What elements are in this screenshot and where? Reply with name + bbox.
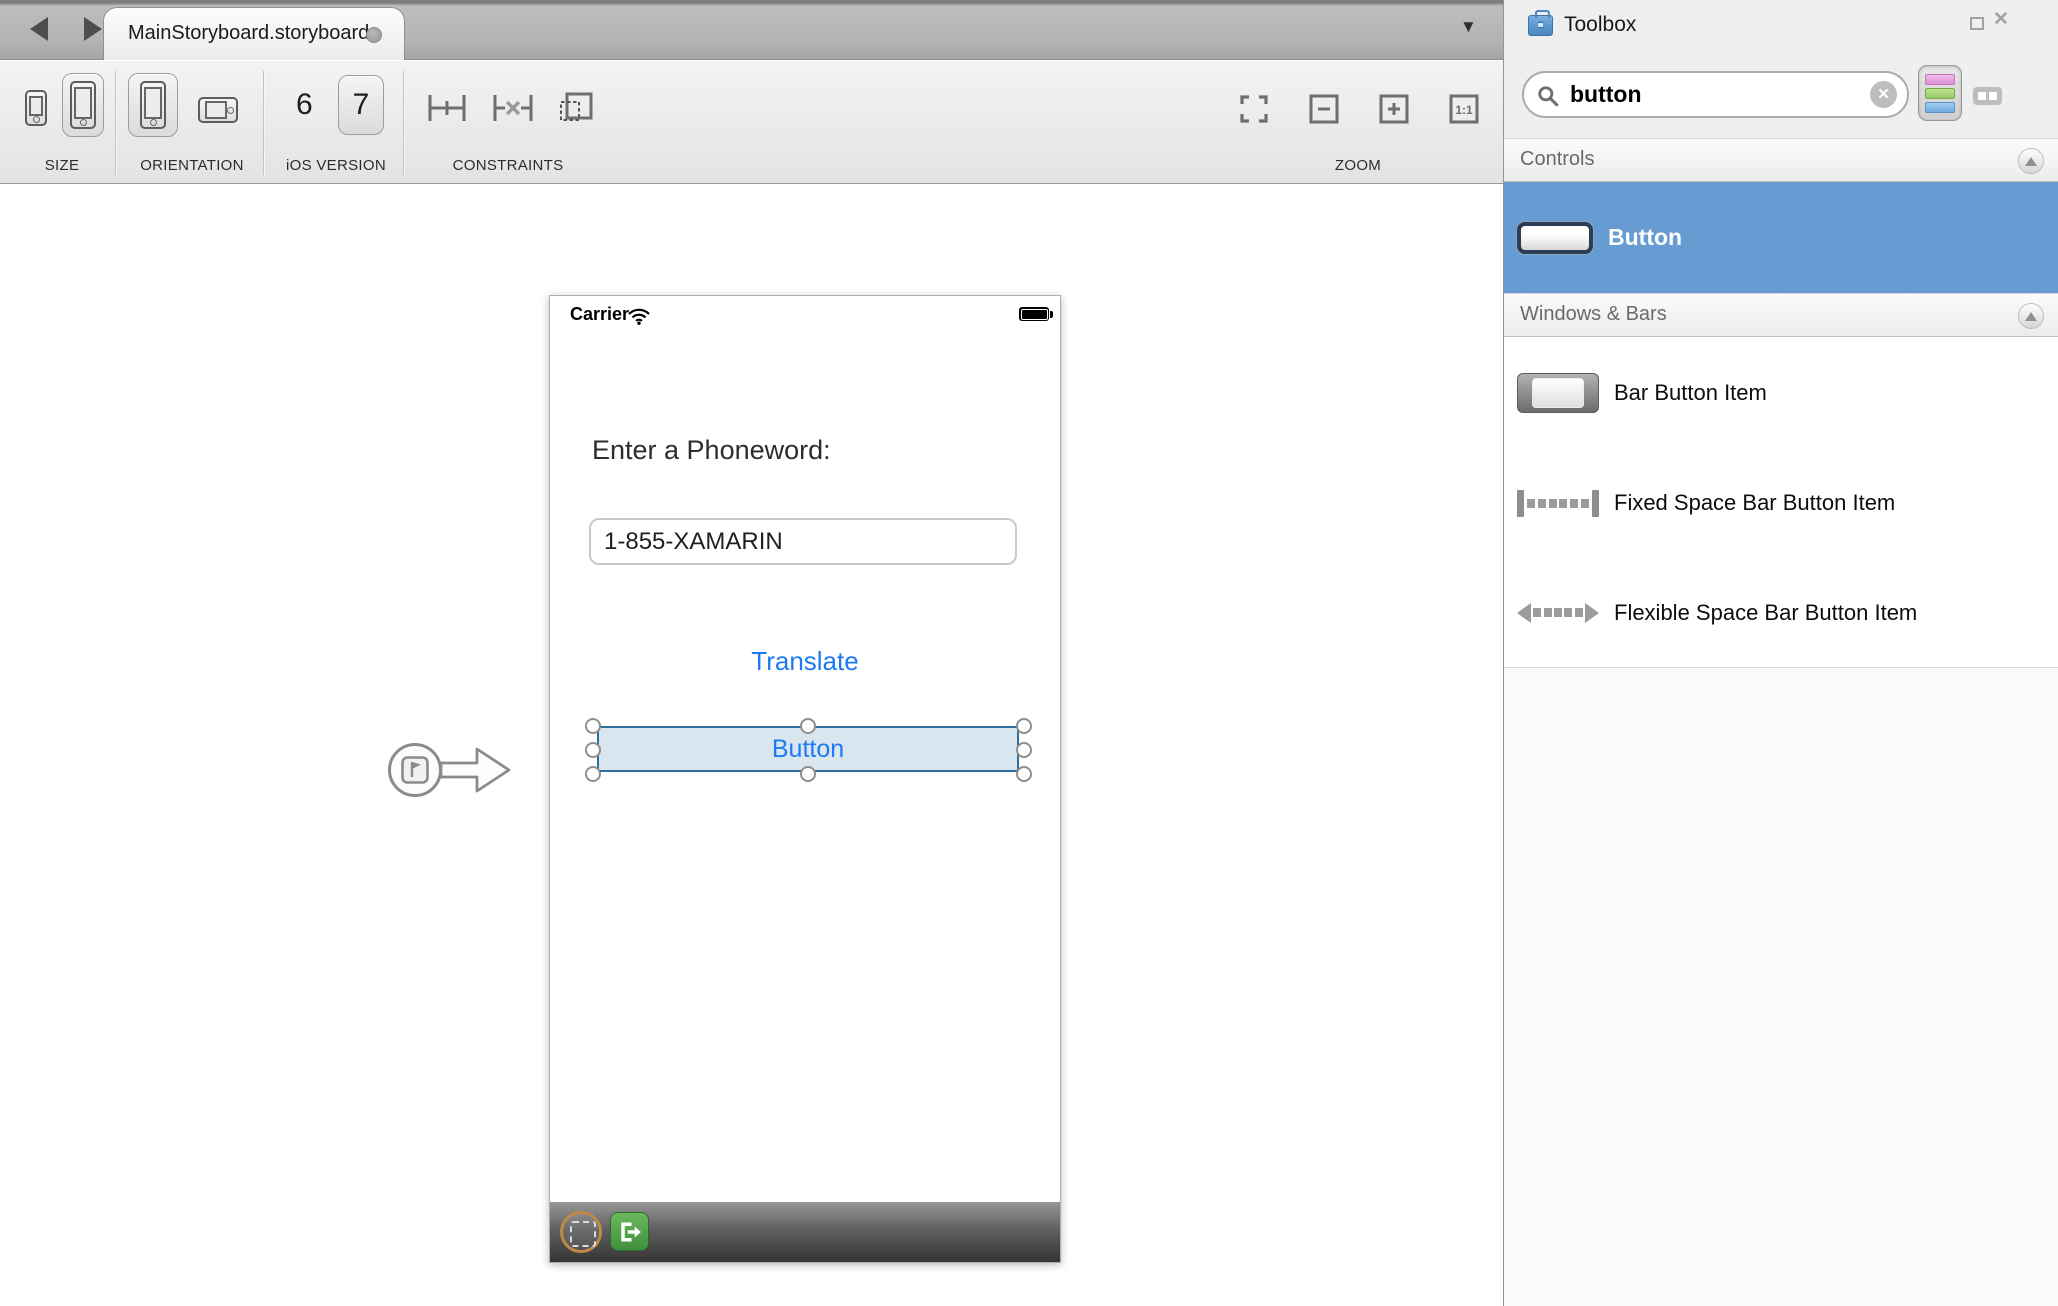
- toolbox-item-flexible-space[interactable]: Flexible Space Bar Button Item: [1504, 558, 2058, 667]
- tab-list-dropdown-icon[interactable]: ▼: [1460, 17, 1477, 37]
- carrier-text: Carrier: [570, 304, 629, 325]
- ios-version-7-button[interactable]: 7: [338, 75, 384, 135]
- wifi-icon: [627, 307, 651, 325]
- tab-strip: MainStoryboard.storyboard ▼: [0, 0, 1503, 60]
- toolbox-header: Toolbox ✕: [1504, 0, 2058, 53]
- ios-version-6-button[interactable]: 6: [296, 88, 313, 122]
- phoneword-text-value: 1-855-XAMARIN: [604, 528, 783, 555]
- bar-button-item-icon: [1517, 373, 1599, 413]
- collapse-section-icon[interactable]: [2018, 148, 2044, 174]
- tab-title: MainStoryboard.storyboard: [128, 22, 369, 45]
- toolbar-divider: [403, 71, 404, 175]
- button-control-icon: [1517, 222, 1593, 254]
- toolbox-item-label: Flexible Space Bar Button Item: [1614, 600, 1917, 626]
- section-header-controls[interactable]: Controls: [1504, 138, 2058, 182]
- toolbox-item-bar-button-item[interactable]: Bar Button Item: [1504, 338, 2058, 448]
- toolbox-item-fixed-space[interactable]: Fixed Space Bar Button Item: [1504, 448, 2058, 558]
- selection-handle-bottom-right[interactable]: [1016, 766, 1032, 782]
- selection-handle-bottom-left[interactable]: [585, 766, 601, 782]
- dock-panel-icon[interactable]: [1970, 17, 1984, 30]
- view-controller-bottom-bar: [550, 1202, 1060, 1262]
- clear-search-icon[interactable]: ✕: [1870, 81, 1897, 108]
- toolbox-title: Toolbox: [1564, 13, 1636, 37]
- phoneword-text-field[interactable]: 1-855-XAMARIN: [589, 518, 1017, 565]
- translate-button[interactable]: Translate: [550, 646, 1060, 677]
- selection-handle-top-left[interactable]: [585, 718, 601, 734]
- zoom-fit-icon[interactable]: [1239, 94, 1269, 124]
- xamarin-storyboard-designer: MainStoryboard.storyboard ▼ SIZE ORIENTA…: [0, 0, 2058, 1306]
- category-rows-icon: [1925, 74, 1955, 85]
- compact-view-toggle-icon[interactable]: [1973, 87, 2002, 105]
- zoom-out-icon[interactable]: [1309, 94, 1339, 124]
- designer-toolbar: SIZE ORIENTATION 6 7 iOS VERSION: [0, 61, 1503, 184]
- zoom-actual-size-icon[interactable]: 1:1: [1449, 94, 1479, 124]
- toolbox-panel: Toolbox ✕ ✕ Controls: [1503, 0, 2058, 1306]
- selection-handle-mid-right[interactable]: [1016, 742, 1032, 758]
- section-title: Windows & Bars: [1520, 303, 1667, 326]
- toolbox-header-area: Toolbox ✕ ✕: [1504, 0, 2058, 138]
- size-small-phone-button[interactable]: [25, 90, 47, 126]
- category-rows-icon: [1925, 88, 1955, 99]
- view-controller-class-icon[interactable]: [560, 1211, 602, 1253]
- misplaced-views-icon[interactable]: [558, 91, 594, 125]
- toolbox-item-label: Bar Button Item: [1614, 380, 1767, 406]
- constraints-label: CONSTRAINTS: [428, 157, 588, 174]
- toolbox-item-button[interactable]: Button: [1504, 182, 2058, 293]
- orientation-portrait-button[interactable]: [128, 73, 178, 137]
- toolbox-icon: [1528, 15, 1553, 36]
- category-rows-icon: [1925, 102, 1955, 113]
- search-input[interactable]: [1568, 78, 1858, 111]
- size-large-phone-button[interactable]: [62, 73, 104, 137]
- toolbar-divider: [115, 71, 116, 175]
- exit-unwind-segue-icon[interactable]: [610, 1212, 649, 1251]
- toolbox-empty-area: [1504, 667, 2058, 1306]
- toolbar-divider: [263, 71, 264, 175]
- toolbox-item-label: Fixed Space Bar Button Item: [1614, 490, 1895, 516]
- ios-version-7-value: 7: [353, 88, 370, 122]
- add-width-constraint-icon[interactable]: [427, 92, 467, 124]
- phoneword-prompt-label: Enter a Phoneword:: [592, 435, 831, 466]
- flexible-space-icon: [1517, 603, 1599, 623]
- zoom-actual-text: 1:1: [1455, 103, 1473, 117]
- search-icon: [1537, 85, 1559, 107]
- close-panel-icon[interactable]: ✕: [1993, 8, 2009, 31]
- storyboard-entry-arrow[interactable]: [385, 739, 515, 801]
- selection-handle-top-center[interactable]: [800, 718, 816, 734]
- fixed-space-icon: [1517, 490, 1599, 517]
- categorized-view-toggle-button[interactable]: [1918, 65, 1962, 121]
- zoom-in-icon[interactable]: [1379, 94, 1409, 124]
- orientation-label: ORIENTATION: [122, 157, 262, 174]
- back-arrow-icon[interactable]: [30, 17, 48, 41]
- size-label: SIZE: [20, 157, 104, 174]
- selection-handle-mid-left[interactable]: [585, 742, 601, 758]
- tab-status-dot[interactable]: [366, 27, 382, 43]
- tab-mainstoryboard[interactable]: MainStoryboard.storyboard: [103, 7, 405, 60]
- toolbox-item-label: Button: [1608, 224, 1682, 251]
- toolbox-search-field[interactable]: ✕: [1522, 71, 1909, 118]
- section-header-windows-bars[interactable]: Windows & Bars: [1504, 293, 2058, 337]
- size-large-phone-icon: [70, 81, 96, 129]
- zoom-label: ZOOM: [1298, 157, 1418, 174]
- section-title: Controls: [1520, 148, 1594, 171]
- selection-handle-bottom-center[interactable]: [800, 766, 816, 782]
- orientation-landscape-button[interactable]: [198, 97, 238, 123]
- orientation-portrait-icon: [140, 81, 166, 129]
- battery-icon: [1019, 307, 1049, 321]
- forward-arrow-icon[interactable]: [84, 17, 102, 41]
- selection-handle-top-right[interactable]: [1016, 718, 1032, 734]
- phone-design-surface[interactable]: Carrier Enter a Phoneword: 1-855-XAMARIN…: [549, 295, 1061, 1263]
- collapse-section-icon[interactable]: [2018, 303, 2044, 329]
- ios-version-label: iOS VERSION: [266, 157, 406, 174]
- remove-constraint-icon[interactable]: [492, 92, 534, 124]
